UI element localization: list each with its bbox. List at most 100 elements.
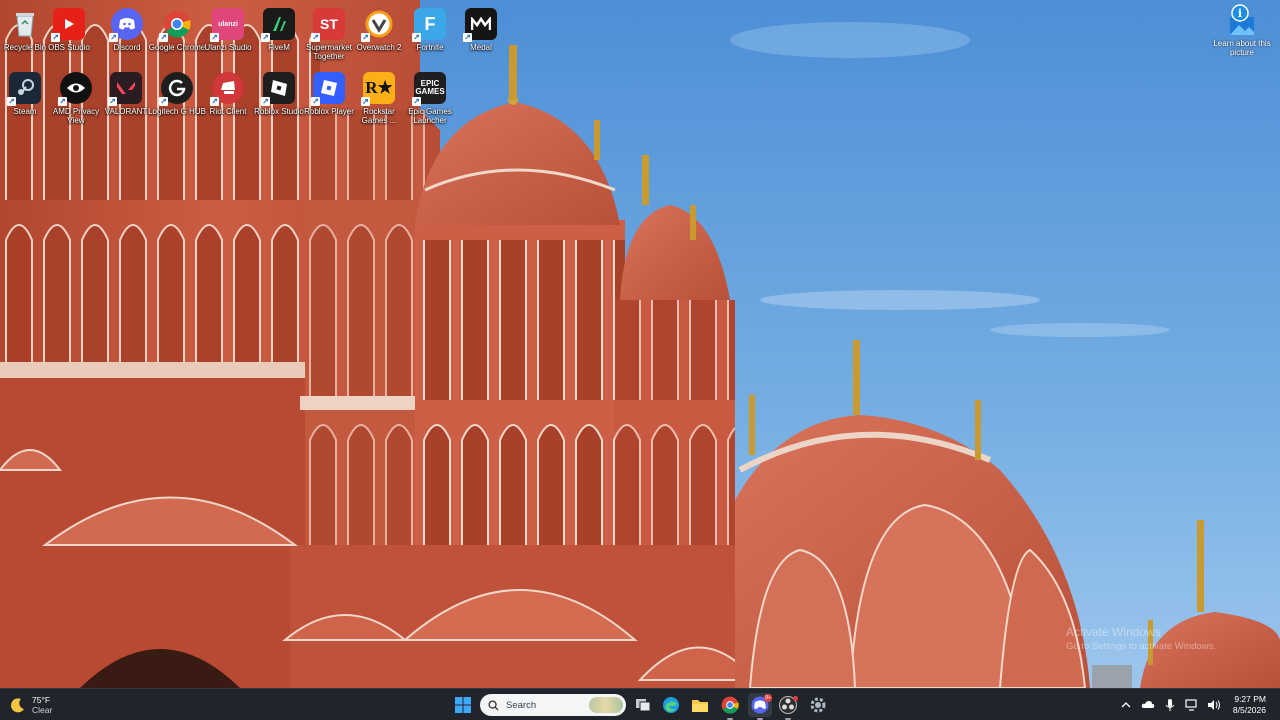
desktop-icon-label: VALORANT (104, 107, 148, 116)
riot-client-icon: ↗ (210, 72, 244, 106)
shortcut-arrow-icon: ↗ (412, 97, 421, 106)
taskbar-obs[interactable] (776, 693, 800, 720)
weather-temperature: 75°F (32, 695, 51, 705)
search-icon (488, 699, 499, 711)
weather-widget[interactable]: 75°F Clear (10, 693, 52, 717)
clock-date: 8/5/2026 (1232, 704, 1266, 715)
fivem-icon: ↗ (261, 8, 295, 42)
shortcut-arrow-icon: ↗ (108, 97, 117, 106)
desktop-icon-label: Epic Games Launcher (408, 107, 452, 125)
desktop-icon-google-chrome[interactable]: ↗ Google Chrome (148, 4, 206, 66)
rockstar-games-icon: R★ ↗ (361, 72, 395, 106)
activate-windows-watermark: Activate Windows Go to Settings to activ… (1066, 625, 1216, 652)
onedrive-cloud-icon[interactable] (1140, 697, 1156, 713)
edge-icon (663, 697, 679, 713)
microphone-icon[interactable] (1162, 697, 1178, 713)
file-explorer-icon (692, 699, 708, 712)
recording-indicator (793, 696, 798, 701)
taskbar-chrome[interactable] (718, 693, 742, 720)
desktop-icon-label: Rockstar Games ... (361, 107, 397, 125)
learn-about-picture-icon: i (1226, 3, 1258, 37)
youtube-icon: ↗ (51, 8, 85, 42)
chrome-icon (721, 696, 739, 714)
shortcut-arrow-icon: ↗ (261, 97, 270, 106)
search-highlight-image (589, 697, 623, 713)
amd-privacy-view-icon: ↗ (58, 72, 92, 106)
desktop-icon-label: Fortnite (416, 43, 444, 52)
desktop-icon-epic-games-launcher[interactable]: EPIC GAMES ↗ Epic Games Launcher (401, 68, 459, 130)
svg-text:i: i (1238, 7, 1242, 20)
start-button[interactable] (451, 693, 475, 717)
watermark-subtitle: Go to Settings to activate Windows. (1066, 641, 1216, 652)
desktop-icon-steam[interactable]: ↗ Steam (0, 68, 54, 130)
taskbar: 75°F Clear Search 9+ 9:27 PM 8/5/2026 (0, 688, 1280, 720)
ulanzi-studio-icon: ulanzi ↗ (210, 8, 244, 42)
taskbar-task-view[interactable] (631, 693, 655, 717)
watermark-title: Activate Windows (1066, 625, 1161, 639)
desktop-icon-label: Steam (13, 107, 37, 116)
volume-icon[interactable] (1206, 697, 1222, 713)
clock-time: 9:27 PM (1234, 693, 1266, 704)
steam-icon: ↗ (7, 72, 41, 106)
discord-icon: ↗ (109, 8, 143, 42)
shortcut-arrow-icon: ↗ (361, 33, 370, 42)
taskbar-settings[interactable] (806, 693, 830, 717)
shortcut-arrow-icon: ↗ (311, 33, 320, 42)
valorant-icon: ↗ (108, 72, 142, 106)
overwatch-icon: ↗ (361, 8, 395, 42)
shortcut-arrow-icon: ↗ (51, 33, 60, 42)
shortcut-arrow-icon: ↗ (261, 33, 270, 42)
desktop-icon-fortnite[interactable]: F ↗ Fortnite (401, 4, 459, 66)
logitech-g-hub-icon: ↗ (159, 72, 193, 106)
desktop-icon-grid: Recycle Bin ↗ OBS Studio ↗ Discord ↗ Goo… (0, 0, 520, 130)
desktop-icon-riot-client[interactable]: ↗ Riot Client (199, 68, 257, 130)
search-placeholder: Search (506, 699, 537, 711)
epic-games-icon: EPIC GAMES ↗ (412, 72, 446, 106)
shortcut-arrow-icon: ↗ (311, 97, 320, 106)
roblox-player-icon: ↗ (311, 72, 345, 106)
desktop-icon-rockstar-games[interactable]: R★ ↗ Rockstar Games ... (350, 68, 408, 130)
moon-icon (10, 697, 26, 713)
taskbar-edge[interactable] (659, 693, 683, 717)
desktop-icon-label: OBS Studio (48, 43, 90, 52)
shortcut-arrow-icon: ↗ (361, 97, 370, 106)
shortcut-arrow-icon: ↗ (109, 33, 118, 42)
desktop-icon-obs-studio[interactable]: ↗ OBS Studio (40, 4, 98, 66)
shortcut-arrow-icon: ↗ (58, 97, 67, 106)
roblox-studio-icon: ↗ (261, 72, 295, 106)
desktop-icon-medal[interactable]: ↗ Medal (452, 4, 510, 66)
weather-condition: Clear (32, 705, 53, 715)
shortcut-arrow-icon: ↗ (159, 33, 168, 42)
shortcut-arrow-icon: ↗ (159, 97, 168, 106)
learn-about-this-picture[interactable]: i Learn about this picture (1212, 3, 1272, 57)
discord-notification-badge: 9+ (764, 694, 772, 702)
medal-icon: ↗ (463, 8, 497, 42)
chrome-icon: ↗ (159, 8, 193, 42)
desktop-icon-label: Logitech G HUB (148, 107, 206, 116)
chevron-up-icon[interactable] (1118, 697, 1134, 713)
shortcut-arrow-icon: ↗ (412, 33, 421, 42)
taskbar-file-explorer[interactable] (688, 693, 712, 717)
desktop-icon-label: Overwatch 2 (356, 43, 402, 52)
fortnite-icon: F ↗ (412, 8, 446, 42)
desktop-icon-overwatch-2[interactable]: ↗ Overwatch 2 (350, 4, 408, 66)
settings-gear-icon (810, 697, 826, 713)
taskbar-search-box[interactable]: Search (480, 694, 626, 716)
task-view-icon (636, 699, 651, 712)
windows-start-icon (455, 697, 471, 713)
desktop-icon-logitech-g-hub[interactable]: ↗ Logitech G HUB (148, 68, 206, 130)
network-icon[interactable] (1184, 697, 1200, 713)
desktop-icon-label: Google Chrome (148, 43, 206, 52)
desktop-icon-valorant[interactable]: ↗ VALORANT (97, 68, 155, 130)
desktop-icon-label: Riot Client (209, 107, 247, 116)
shortcut-arrow-icon: ↗ (7, 97, 16, 106)
desktop-icon-label: Medal (470, 43, 492, 52)
desktop-icon-label: Ulanzi Studio (204, 43, 252, 52)
taskbar-discord[interactable]: 9+ (748, 693, 772, 720)
taskbar-clock[interactable]: 9:27 PM 8/5/2026 (1233, 694, 1266, 716)
shortcut-arrow-icon: ↗ (463, 33, 472, 42)
shortcut-arrow-icon: ↗ (210, 97, 219, 106)
shortcut-arrow-icon: ↗ (210, 33, 219, 42)
recycle-bin-icon (9, 8, 41, 40)
desktop-icon-ulanzi-studio[interactable]: ulanzi ↗ Ulanzi Studio (199, 4, 257, 66)
